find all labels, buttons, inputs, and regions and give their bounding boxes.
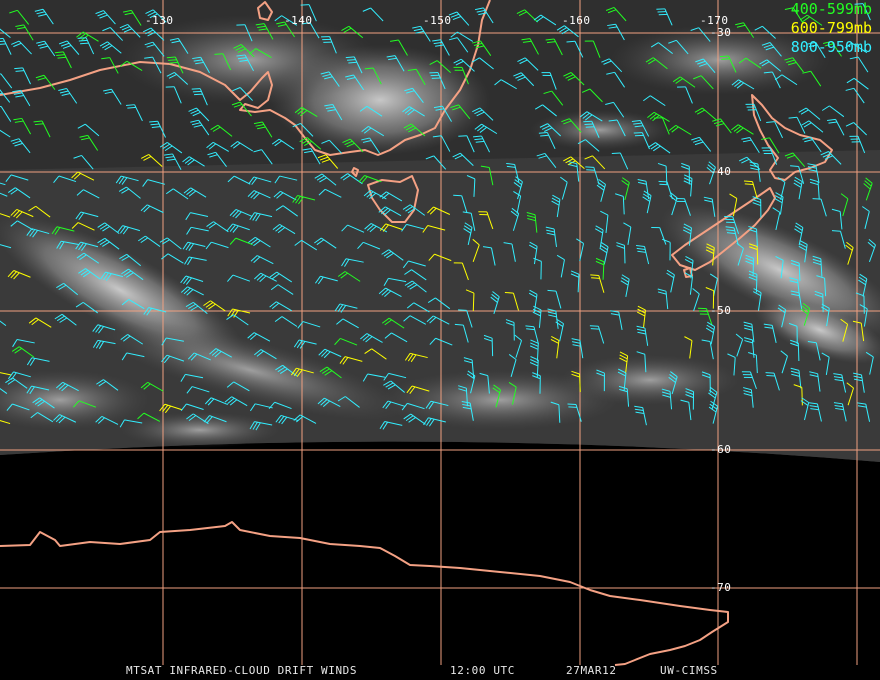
lat-label-40: -40 [710, 165, 732, 178]
satellite-map [0, 0, 880, 666]
lat-label-60: -60 [710, 443, 732, 456]
footer-product: MTSAT INFRARED-CLOUD DRIFT WINDS [126, 664, 358, 677]
legend-mid-level: 600-799mb [790, 19, 872, 37]
pressure-legend: 400-599mb 600-799mb 800-950mb [791, 0, 872, 57]
lat-label-70: -70 [710, 581, 732, 594]
lon-label-150: -150 [423, 14, 452, 27]
legend-low-level: 800-950mb [790, 38, 872, 56]
lon-label-160: -160 [562, 14, 591, 27]
footer-caption: MTSAT INFRARED-CLOUD DRIFT WINDS 12:00 U… [0, 664, 880, 678]
lat-label-30: -30 [710, 26, 732, 39]
footer-source: UW-CIMSS [660, 664, 718, 677]
footer-date: 27MAR12 [566, 664, 617, 677]
lon-label-140: -140 [284, 14, 313, 27]
lat-label-50: -50 [710, 304, 732, 317]
footer-time: 12:00 UTC [450, 664, 516, 677]
legend-high-level: 400-599mb [790, 0, 872, 18]
lon-label-130: -130 [145, 14, 174, 27]
